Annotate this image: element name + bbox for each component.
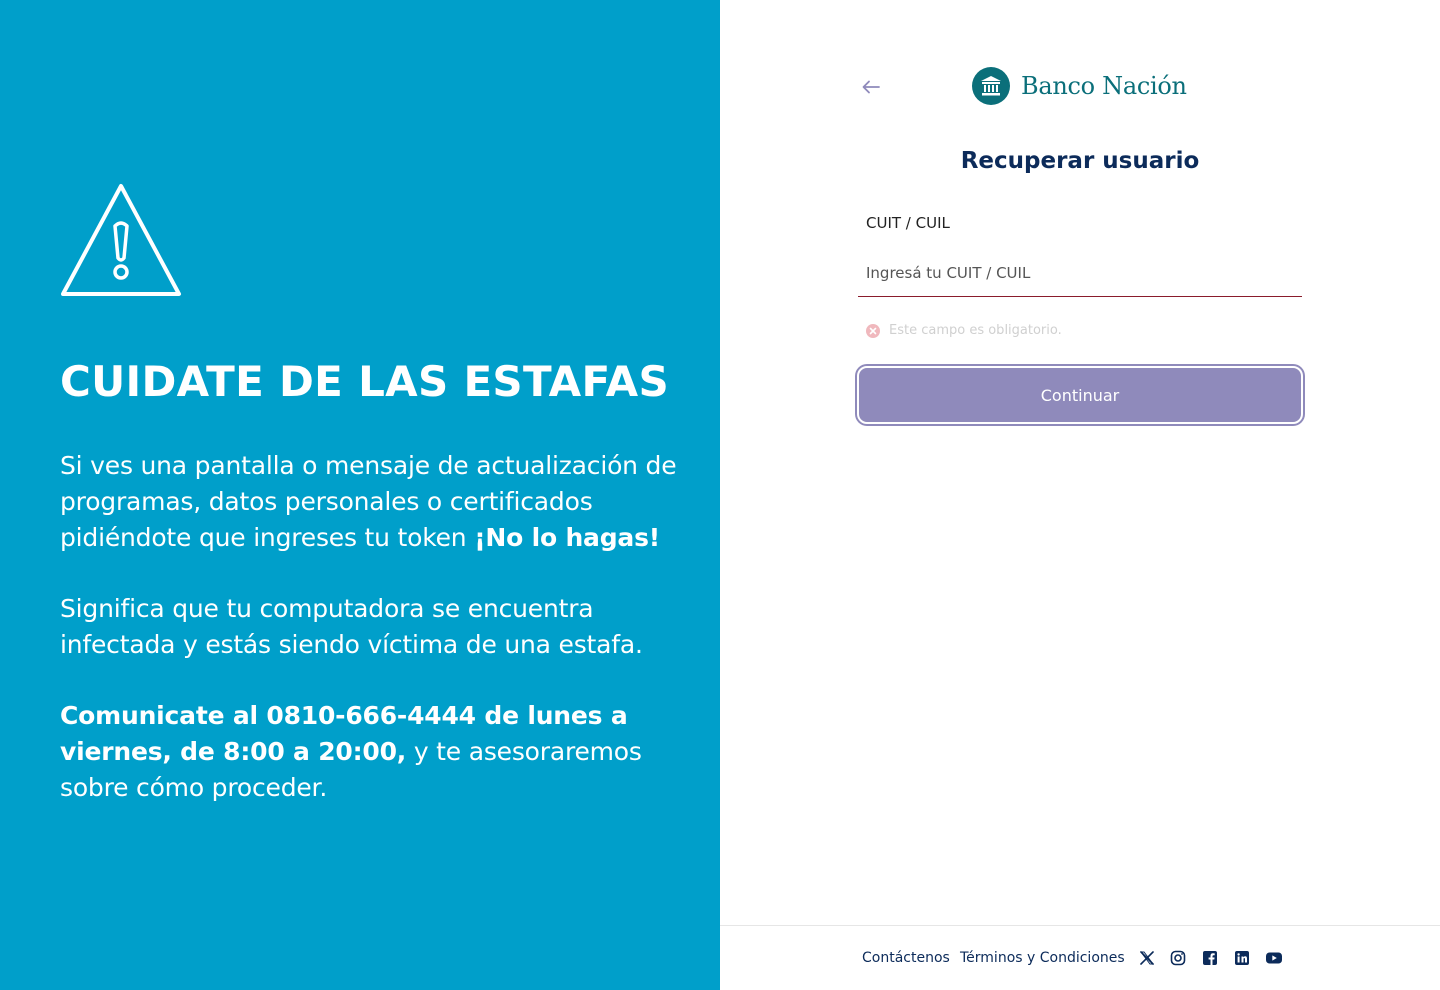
field-error-message: Este campo es obligatorio. <box>866 323 1062 338</box>
footer: Contáctenos Términos y Condiciones <box>720 925 1440 990</box>
banco-nacion-logo: Banco Nación <box>972 67 1187 105</box>
bank-building-icon <box>972 67 1010 105</box>
terms-link[interactable]: Términos y Condiciones <box>960 950 1125 966</box>
arrow-left-icon <box>862 80 880 94</box>
page-title: Recuperar usuario <box>960 148 1200 174</box>
scam-warning-paragraph-2: Significa que tu computadora se encuentr… <box>60 594 643 659</box>
error-text: Este campo es obligatorio. <box>889 323 1062 338</box>
warning-triangle-icon <box>61 184 181 296</box>
youtube-icon[interactable] <box>1265 949 1283 967</box>
continue-button[interactable]: Continuar <box>857 366 1303 424</box>
scam-warning-panel: CUIDATE DE LAS ESTAFAS Si ves una pantal… <box>0 0 720 990</box>
facebook-icon[interactable] <box>1201 949 1219 967</box>
linkedin-icon[interactable] <box>1233 949 1251 967</box>
scam-warning-paragraph-3: Comunicate al 0810-666-4444 de lunes a v… <box>60 701 642 802</box>
brand-name: Banco Nación <box>1021 72 1187 100</box>
cuit-cuil-label: CUIT / CUIL <box>866 214 950 232</box>
recover-user-panel: Banco Nación Recuperar usuario CUIT / CU… <box>720 0 1440 990</box>
cuit-cuil-input[interactable] <box>858 250 1302 297</box>
x-icon[interactable] <box>1138 949 1156 967</box>
error-icon <box>866 323 880 338</box>
contact-link[interactable]: Contáctenos <box>862 950 950 966</box>
scam-warning-heading: CUIDATE DE LAS ESTAFAS <box>60 357 669 406</box>
instagram-icon[interactable] <box>1169 949 1187 967</box>
back-button[interactable] <box>858 74 884 100</box>
scam-warning-paragraph-1: Si ves una pantalla o mensaje de actuali… <box>60 451 677 552</box>
